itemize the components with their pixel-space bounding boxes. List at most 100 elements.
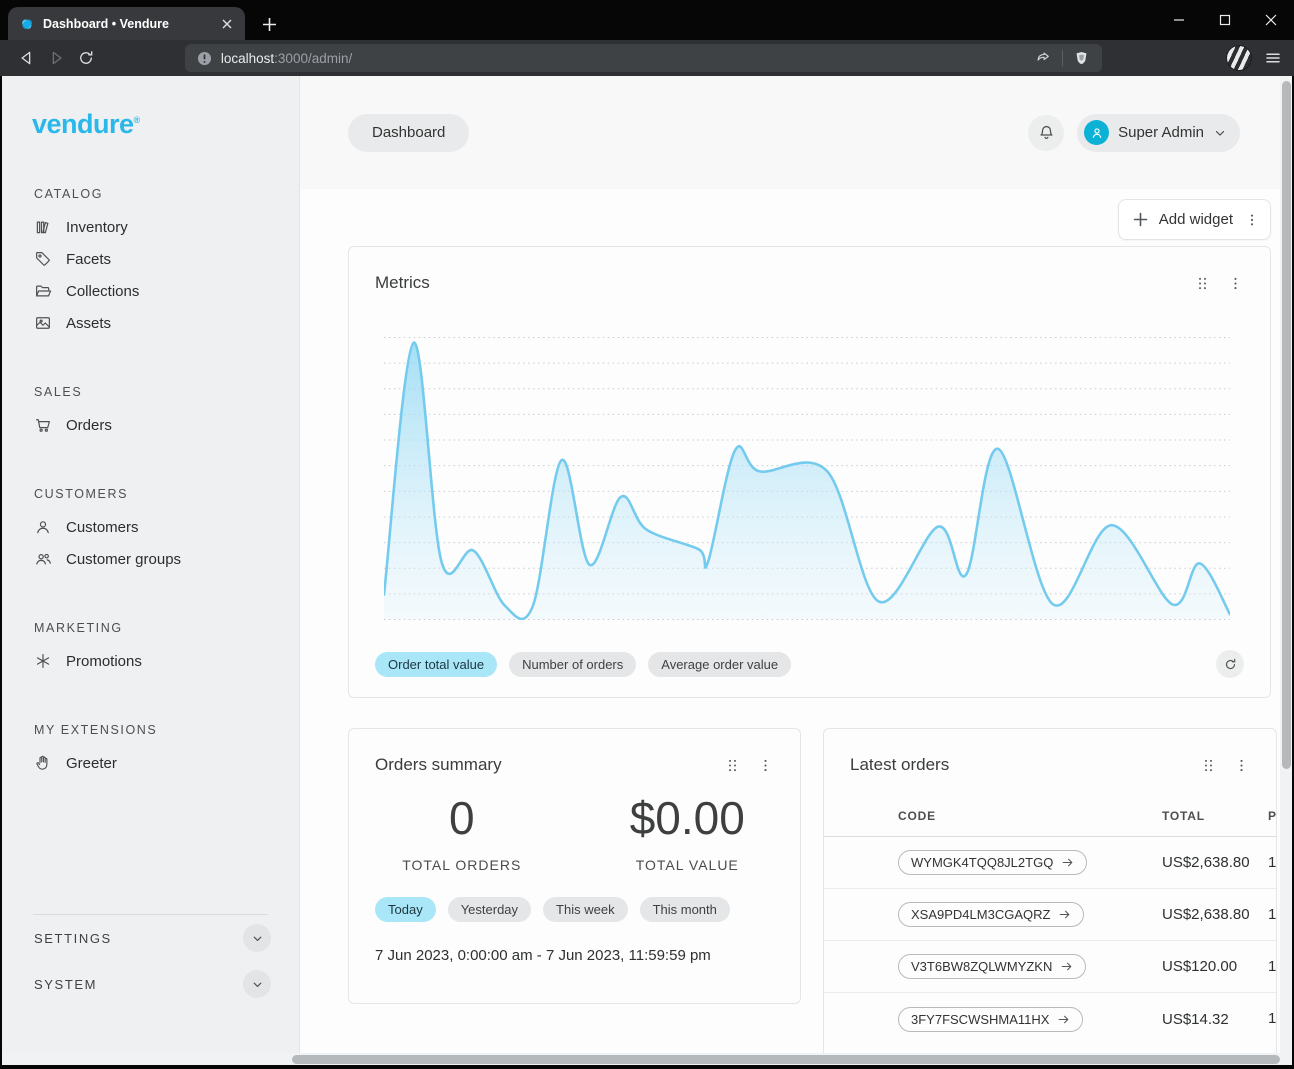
logo-trademark: ® (134, 115, 140, 125)
metrics-widget: Metrics (348, 246, 1271, 698)
address-bar[interactable]: localhost:3000/admin/ (185, 44, 1102, 72)
url-host: localhost (221, 51, 274, 66)
order-placed-at: 1 day ago (1268, 1010, 1277, 1027)
window-close-button[interactable] (1248, 0, 1294, 40)
window-controls (1156, 0, 1294, 40)
person-icon (1089, 125, 1105, 141)
drag-handle-icon[interactable] (724, 757, 741, 774)
browser-menu-icon[interactable] (1264, 49, 1282, 67)
table-row: WYMGK4TQQ8JL2TGQ US$2,638.80 11 hrs ago (824, 837, 1276, 889)
kebab-menu-icon[interactable] (1244, 212, 1260, 228)
sidebar-item-collections[interactable]: Collections (2, 275, 299, 307)
filter-yesterday[interactable]: Yesterday (448, 897, 531, 922)
forward-button[interactable] (42, 43, 72, 73)
sidebar-nav: CATALOG Inventory Facets Collections Ass… (2, 187, 299, 779)
order-total: US$2,638.80 (1162, 906, 1268, 923)
window-maximize-button[interactable] (1202, 0, 1248, 40)
customer-groups-icon (34, 550, 52, 568)
order-placed-at: 1 day ago (1268, 958, 1277, 975)
site-info-icon[interactable] (197, 51, 212, 66)
chevron-down-icon[interactable] (243, 924, 271, 952)
table-header-row: CODE TOTAL PLACED AT (824, 795, 1276, 837)
dashboard-content: Add widget Metrics (300, 189, 1280, 1053)
tab-close-icon[interactable] (218, 15, 236, 33)
add-widget-button[interactable]: Add widget (1118, 199, 1271, 240)
user-avatar (1084, 120, 1109, 145)
sidebar-section-system[interactable]: SYSTEM (2, 961, 299, 1007)
browser-tabstrip: Dashboard • Vendure (0, 0, 1294, 40)
drag-handle-icon[interactable] (1200, 757, 1217, 774)
chevron-down-icon[interactable] (243, 970, 271, 998)
order-code-link[interactable]: 3FY7FSCWSHMA11HX (898, 1007, 1083, 1032)
browser-profile-avatar[interactable] (1226, 45, 1252, 71)
filter-today[interactable]: Today (375, 897, 436, 922)
kebab-menu-icon[interactable] (1233, 757, 1250, 774)
kebab-menu-icon[interactable] (1227, 275, 1244, 292)
tab-average-order-value[interactable]: Average order value (648, 652, 791, 677)
order-total: US$2,638.80 (1162, 854, 1268, 871)
vertical-scrollbar-thumb[interactable] (1282, 81, 1291, 769)
divider (1062, 50, 1063, 66)
tab-title: Dashboard • Vendure (43, 17, 210, 31)
brave-shield-icon[interactable] (1073, 50, 1090, 67)
order-placed-at: 11 hrs ago (1268, 906, 1277, 923)
new-tab-button[interactable] (262, 17, 277, 32)
url-path: :3000/admin/ (274, 51, 352, 66)
vendure-admin-app: vendure® CATALOG Inventory Facets Collec… (2, 76, 1292, 1053)
column-header-total: TOTAL (1162, 809, 1268, 823)
tab-order-total-value[interactable]: Order total value (375, 652, 497, 677)
order-code-link[interactable]: WYMGK4TQQ8JL2TGQ (898, 850, 1087, 875)
sidebar-section-settings[interactable]: SETTINGS (2, 915, 299, 961)
kebab-menu-icon[interactable] (757, 757, 774, 774)
customers-icon (34, 518, 52, 536)
sidebar-item-orders[interactable]: Orders (2, 409, 299, 441)
sidebar-item-customers[interactable]: Customers (2, 511, 299, 543)
order-placed-at: 11 hrs ago (1268, 854, 1277, 871)
order-code-link[interactable]: XSA9PD4LM3CGAQRZ (898, 902, 1084, 927)
tab-number-of-orders[interactable]: Number of orders (509, 652, 636, 677)
sidebar-item-greeter[interactable]: Greeter (2, 747, 299, 779)
sidebar-item-inventory[interactable]: Inventory (2, 211, 299, 243)
share-icon[interactable] (1034, 49, 1052, 67)
window-minimize-button[interactable] (1156, 0, 1202, 40)
filter-this-week[interactable]: This week (543, 897, 628, 922)
reload-button[interactable] (71, 43, 101, 73)
main-area: Dashboard Super Admin Add widget (300, 76, 1280, 1053)
page-header: Dashboard Super Admin (300, 76, 1280, 189)
sidebar-item-customer-groups[interactable]: Customer groups (2, 543, 299, 575)
section-label-customers: CUSTOMERS (34, 487, 299, 501)
horizontal-scrollbar-thumb[interactable] (292, 1055, 1280, 1064)
latest-orders-title: Latest orders (850, 755, 1200, 775)
refresh-button[interactable] (1216, 650, 1244, 678)
nav-section-catalog: CATALOG Inventory Facets Collections Ass… (2, 187, 299, 339)
order-total: US$14.32 (1162, 1011, 1268, 1028)
table-row: 3FY7FSCWSHMA11HX US$14.32 1 day ago (824, 993, 1276, 1045)
section-label-sales: SALES (34, 385, 299, 399)
filter-this-month[interactable]: This month (640, 897, 730, 922)
column-header-placed-at: PLACED AT (1268, 809, 1277, 823)
sidebar-item-facets[interactable]: Facets (2, 243, 299, 275)
back-button[interactable] (12, 43, 42, 73)
user-menu-button[interactable]: Super Admin (1077, 114, 1240, 152)
breadcrumb[interactable]: Dashboard (348, 114, 469, 152)
orders-summary-title: Orders summary (375, 755, 724, 775)
vendure-logo[interactable]: vendure® (32, 109, 299, 140)
date-range-text: 7 Jun 2023, 0:00:00 am - 7 Jun 2023, 11:… (375, 947, 800, 964)
nav-section-sales: SALES Orders (2, 385, 299, 441)
inventory-icon (34, 218, 52, 236)
latest-orders-widget: Latest orders CODE TOTAL PLACED AT (823, 728, 1277, 1053)
summary-filters: Today Yesterday This week This month (375, 897, 800, 922)
sidebar-item-assets[interactable]: Assets (2, 307, 299, 339)
sidebar-item-promotions[interactable]: Promotions (2, 645, 299, 677)
order-code-link[interactable]: V3T6BW8ZQLWMYZKN (898, 954, 1086, 979)
metrics-tabs: Order total value Number of orders Avera… (375, 650, 1244, 678)
total-orders-value: 0 (349, 791, 575, 845)
horizontal-scrollbar[interactable] (2, 1053, 1292, 1065)
vertical-scrollbar[interactable] (1280, 76, 1292, 1053)
collections-icon (34, 282, 52, 300)
browser-tab[interactable]: Dashboard • Vendure (8, 7, 245, 40)
table-row: V3T6BW8ZQLWMYZKN US$120.00 1 day ago (824, 941, 1276, 993)
drag-handle-icon[interactable] (1194, 275, 1211, 292)
nav-section-marketing: MARKETING Promotions (2, 621, 299, 677)
notifications-button[interactable] (1028, 115, 1064, 151)
